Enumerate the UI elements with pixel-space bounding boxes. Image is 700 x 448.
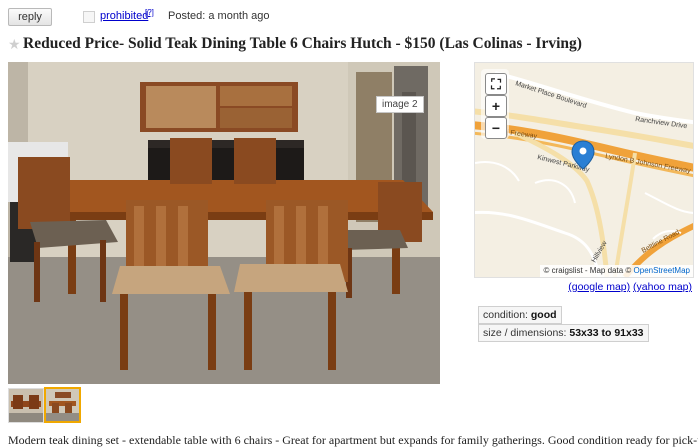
reply-button[interactable]: reply bbox=[8, 8, 52, 26]
posting-header-bar: reply prohibited [?] Posted: a month ago bbox=[8, 8, 692, 26]
star-icon[interactable]: ★ bbox=[8, 36, 21, 52]
thumbnail-2[interactable] bbox=[44, 387, 81, 423]
thumbnail-1[interactable] bbox=[8, 388, 44, 423]
yahoo-map-link[interactable]: (yahoo map) bbox=[633, 281, 692, 293]
thumbnail-1-image bbox=[9, 389, 43, 422]
attribute-size: size / dimensions: 53x33 to 91x33 bbox=[478, 324, 649, 342]
flag-prohibited-link[interactable]: prohibited bbox=[100, 10, 148, 22]
attribute-value: 53x33 to 91x33 bbox=[569, 327, 644, 339]
openstreetmap-link[interactable]: OpenStreetMap bbox=[634, 266, 690, 275]
attribute-condition: condition: good bbox=[478, 306, 562, 324]
zoom-in-icon[interactable]: + bbox=[485, 95, 507, 117]
attribute-value: good bbox=[530, 309, 557, 321]
map-controls: ⛶ + − bbox=[481, 69, 509, 139]
zoom-out-icon[interactable]: − bbox=[485, 117, 507, 139]
thumbnail-2-image bbox=[46, 389, 79, 421]
image-label: image 2 bbox=[376, 96, 424, 113]
title-row: ★ Reduced Price- Solid Teak Dining Table… bbox=[8, 34, 698, 56]
fullscreen-icon[interactable]: ⛶ bbox=[485, 73, 507, 95]
map-attribution: © craigslist - Map data © OpenStreetMap bbox=[540, 265, 693, 277]
location-map[interactable]: Market Place Boulevard Ranchview Drive L… bbox=[474, 62, 694, 278]
posting-description: Modern teak dining set - extendable tabl… bbox=[8, 433, 698, 447]
posting-title: Reduced Price- Solid Teak Dining Table 6… bbox=[23, 35, 582, 52]
flag-help-link[interactable]: [?] bbox=[145, 8, 154, 17]
attribute-label: size / dimensions: bbox=[483, 327, 567, 339]
flag-prohibited-checkbox[interactable] bbox=[83, 11, 95, 23]
google-map-link[interactable]: (google map) bbox=[568, 281, 630, 293]
attribute-label: condition: bbox=[483, 309, 528, 321]
map-links: (google map) (yahoo map) bbox=[568, 281, 692, 293]
posted-date: Posted: a month ago bbox=[168, 10, 270, 22]
map-attribution-text: © craigslist - Map data © bbox=[543, 266, 632, 275]
